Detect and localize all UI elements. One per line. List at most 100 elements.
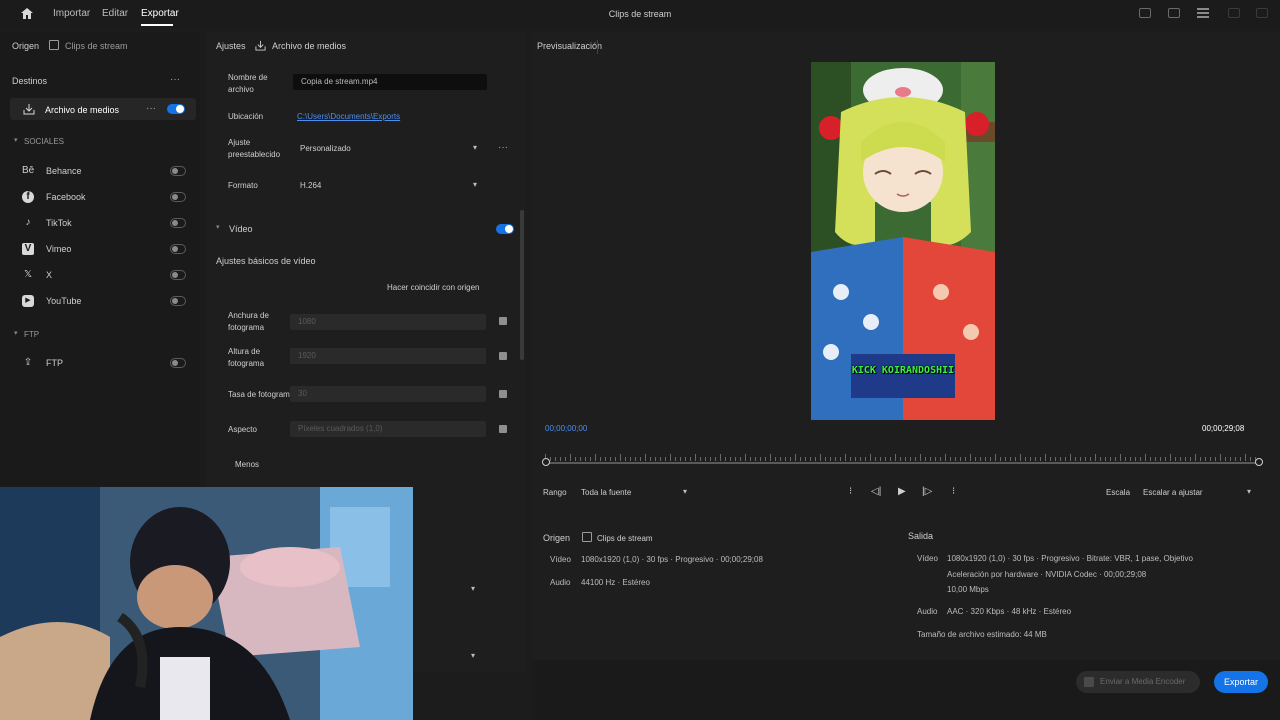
destination-tiktok[interactable]: ♪ TikTok: [22, 213, 192, 235]
preset-chevron-icon[interactable]: ▾: [473, 143, 477, 152]
output-video-value-2: Aceleración por hardware · NVIDIA Codec …: [947, 570, 1147, 579]
ruler-tick: [1185, 457, 1186, 461]
destination-toggle[interactable]: [170, 244, 186, 254]
destination-toggle[interactable]: [170, 296, 186, 306]
destinations-title: Destinos: [12, 76, 48, 86]
destination-behance[interactable]: Bē Behance: [22, 161, 192, 183]
output-video-value-3: 10,00 Mbps: [947, 585, 989, 594]
scale-value[interactable]: Escalar a ajustar: [1143, 488, 1203, 497]
ruler-tick: [1145, 454, 1146, 461]
preview-divider: [597, 40, 598, 54]
file-name-value: Copia de stream.mp4: [301, 77, 378, 86]
ruler-tick: [670, 454, 671, 461]
settings-scrollbar[interactable]: [520, 210, 524, 360]
aspect-lock-icon[interactable]: [499, 425, 507, 433]
frame-rate-input[interactable]: 30: [290, 386, 486, 402]
ruler-tick: [1155, 457, 1156, 461]
destination-toggle[interactable]: [170, 358, 186, 368]
mid-chevron-icon-1[interactable]: ▾: [471, 584, 475, 593]
destination-vimeo[interactable]: V Vimeo: [22, 239, 192, 261]
destination-x[interactable]: 𝕏 X: [22, 265, 192, 287]
destination-toggle[interactable]: [170, 192, 186, 202]
match-source-button[interactable]: Hacer coincidir con origen: [387, 283, 480, 292]
playhead-end[interactable]: [1255, 458, 1263, 466]
frame-width-input[interactable]: 1080: [290, 314, 486, 330]
destination-toggle[interactable]: [170, 166, 186, 176]
source-video-label: Vídeo: [550, 555, 571, 564]
ruler-tick: [1065, 457, 1066, 461]
ruler-tick: [1075, 457, 1076, 461]
mark-out-icon[interactable]: ⁝: [952, 486, 955, 497]
ruler-tick: [840, 457, 841, 461]
output-info-label: Salida: [908, 531, 934, 541]
frame-rate-lock-icon[interactable]: [499, 390, 507, 398]
scale-chevron-icon[interactable]: ▾: [1247, 487, 1251, 496]
destination-facebook[interactable]: f Facebook: [22, 187, 192, 209]
close-icon[interactable]: [1256, 8, 1268, 18]
ruler-tick: [570, 454, 571, 461]
range-value[interactable]: Toda la fuente: [581, 488, 631, 497]
quick-export-icon[interactable]: [1139, 8, 1151, 18]
aspect-input[interactable]: Píxeles cuadrados (1,0): [290, 421, 486, 437]
social-collapse-icon[interactable]: ▾: [14, 136, 18, 144]
destination-youtube[interactable]: ▶ YouTube: [22, 291, 192, 313]
frame-width-lock-icon[interactable]: [499, 317, 507, 325]
play-icon[interactable]: ▶: [898, 486, 906, 497]
fullscreen-icon[interactable]: [1168, 8, 1180, 18]
destination-toggle[interactable]: [170, 270, 186, 280]
step-back-icon[interactable]: ◁|: [871, 486, 881, 497]
media-file-toggle[interactable]: [167, 104, 185, 114]
ruler-tick: [1115, 457, 1116, 461]
mid-chevron-icon-2[interactable]: ▾: [471, 651, 475, 660]
frame-height-lock-icon[interactable]: [499, 352, 507, 360]
frame-height-input[interactable]: 1920: [290, 348, 486, 364]
media-file-more-icon[interactable]: ···: [146, 103, 156, 114]
ruler-tick: [1000, 457, 1001, 461]
ruler-tick: [575, 457, 576, 461]
minimize-icon[interactable]: [1228, 8, 1240, 18]
ruler-tick: [975, 457, 976, 461]
ruler-tick: [1030, 457, 1031, 461]
frame-rate-value: 30: [298, 389, 307, 398]
format-chevron-icon[interactable]: ▾: [473, 180, 477, 189]
location-label: Ubicación: [228, 112, 264, 121]
destinations-more-icon[interactable]: ···: [170, 74, 180, 85]
aspect-value: Píxeles cuadrados (1,0): [298, 424, 383, 433]
file-name-input[interactable]: Copia de stream.mp4: [293, 74, 487, 90]
playhead-start[interactable]: [542, 458, 550, 466]
destination-name: YouTube: [46, 296, 82, 306]
timecode-in[interactable]: 00;00;00;00: [545, 424, 587, 433]
destination-ftp[interactable]: ⇪ FTP: [22, 353, 192, 375]
step-forward-icon[interactable]: |▷: [922, 486, 932, 497]
less-button[interactable]: Menos: [235, 460, 259, 469]
ruler-tick: [995, 454, 996, 461]
mark-in-icon[interactable]: ⁝: [849, 486, 852, 497]
ftp-collapse-icon[interactable]: ▾: [14, 329, 18, 337]
ruler-tick: [695, 454, 696, 461]
ruler-tick: [935, 457, 936, 461]
file-name-label: Nombre de archivo: [228, 73, 268, 94]
range-chevron-icon[interactable]: ▾: [683, 487, 687, 496]
timeline-ruler: [545, 452, 1258, 466]
ruler-tick: [720, 454, 721, 461]
preset-more-icon[interactable]: ···: [498, 142, 508, 153]
ruler-tick: [1220, 454, 1221, 461]
ruler-tick: [745, 454, 746, 461]
ruler-tick: [590, 457, 591, 461]
export-button[interactable]: Exportar: [1214, 671, 1268, 693]
ruler-tick: [880, 457, 881, 461]
ruler-tick: [750, 457, 751, 461]
ruler-tick: [580, 457, 581, 461]
ruler-tick: [595, 454, 596, 461]
video-collapse-icon[interactable]: ▾: [216, 223, 220, 231]
destination-toggle[interactable]: [170, 218, 186, 228]
preset-value[interactable]: Personalizado: [300, 144, 351, 153]
ruler-tick: [585, 457, 586, 461]
format-value[interactable]: H.264: [300, 181, 321, 190]
estimated-size: Tamaño de archivo estimado: 44 MB: [917, 630, 1047, 639]
location-link[interactable]: C:\Users\Documents\Exports: [297, 112, 400, 121]
send-to-media-encoder-button[interactable]: Enviar a Media Encoder: [1076, 671, 1200, 693]
menu-icon[interactable]: [1197, 8, 1209, 18]
ruler-tick: [1130, 457, 1131, 461]
video-toggle[interactable]: [496, 224, 514, 234]
